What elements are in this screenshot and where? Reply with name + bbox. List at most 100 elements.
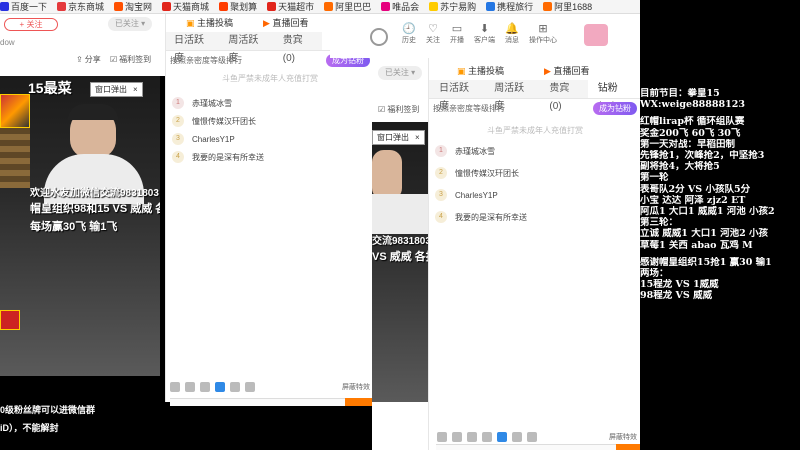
info-line: 98程龙 VS 威威 [640, 290, 713, 302]
chat-input[interactable] [170, 398, 345, 406]
replay-tab[interactable]: ▶ 直播回看 [263, 16, 308, 29]
nav-history[interactable]: 🕘 历史 [402, 22, 416, 45]
overlay-line-2b: VS 威威 各抢1 [372, 251, 428, 263]
nav-broadcast[interactable]: ▭ 开播 [450, 22, 464, 45]
rank-user: 我要的是深有所幸送 [192, 152, 264, 162]
bookmark-item[interactable]: 阿里巴巴 [324, 0, 371, 13]
heart-icon: ♡ [428, 23, 438, 35]
tab-daily[interactable]: 日活跃度 [166, 32, 220, 64]
trophy-icon[interactable] [230, 382, 240, 392]
bookmark-item[interactable]: 阿里1688 [543, 0, 592, 13]
list-item[interactable]: 4 我要的是深有所幸送 [166, 148, 374, 166]
chat-toolbar: 屏蔽特效 [166, 380, 374, 394]
list-item[interactable]: 3 CharlesY1P [166, 130, 374, 148]
middle-followed-button[interactable]: 已关注 ▾ [378, 66, 422, 80]
list-item[interactable]: 3 CharlesY1P [429, 184, 641, 206]
juhuasuan-icon [219, 2, 229, 11]
tab-daily[interactable]: 日活跃度 [429, 80, 484, 112]
middle-chat-panel: ▣ 主播投稿 ▶ 直播回看 日活跃度 周活跃度 贵宾(0) 钻粉(26) 按照亲… [165, 14, 374, 402]
schedule-tab[interactable]: ▣ 主播投稿 [186, 16, 233, 29]
rank-number: 2 [172, 115, 184, 127]
taobao-icon [114, 2, 124, 11]
nav-follow[interactable]: ♡ 关注 [426, 22, 440, 45]
bookmark-item[interactable]: 聚划算 [219, 0, 257, 13]
megaphone-icon[interactable] [200, 382, 210, 392]
block-effects-toggle[interactable]: 屏蔽特效 [609, 432, 637, 442]
share-button[interactable]: ⇪ 分享 [76, 54, 101, 65]
tab-diamond-fans[interactable]: 钻粉(26) [587, 80, 641, 112]
replay-tab[interactable]: ▶ 直播回看 [544, 64, 589, 77]
suning-icon [429, 2, 439, 11]
popup-window-button[interactable]: 窗口弹出 × [90, 82, 143, 97]
rank-list: 1 赤瑾城冰雪 2 憧憬传媒汉玕团长 3 CharlesY1P 4 我要的是深有所幸送 [429, 140, 641, 228]
follow-button[interactable]: + 关注 [4, 18, 58, 31]
camera-icon: ▭ [451, 23, 463, 35]
send-button[interactable] [345, 398, 372, 406]
info-line: 副将抢4，大将抢5 [640, 161, 720, 173]
tab-vip[interactable]: 贵宾(0) [275, 32, 322, 64]
middle-video-player[interactable]: 交流9831803 VS 威威 各抢1 窗口弹出 × [372, 122, 428, 402]
streamer-shirt [372, 194, 428, 234]
bookmark-label: 阿里巴巴 [335, 2, 372, 12]
list-item[interactable]: 2 憧憬传媒汉玕团长 [166, 112, 374, 130]
image-icon[interactable] [185, 382, 195, 392]
block-effects-toggle[interactable]: 屏蔽特效 [342, 382, 370, 392]
emoji-icon[interactable] [437, 432, 447, 442]
list-item[interactable]: 1 赤瑾城冰雪 [166, 94, 374, 112]
rank-tip-row: 按照亲密度等级排行 成为钻粉 [429, 100, 641, 116]
send-button[interactable] [616, 444, 640, 450]
stream-info-overlay: 目前节目：拳皇15 WX:weige88888123 红帽lirap杯 循环组队赛奖… [640, 0, 800, 450]
bookmark-item[interactable]: 天猫商城 [162, 0, 209, 13]
megaphone-icon[interactable] [467, 432, 477, 442]
become-fan-button[interactable]: 成为钻粉 [593, 101, 637, 115]
left-video-player[interactable]: 15最菜 欢迎水友加微信交流9831803 帽皇组织98和15 VS 威威 各抢… [0, 76, 160, 376]
1688-icon [543, 2, 553, 11]
baidu-icon [0, 2, 9, 11]
bookmark-item[interactable]: 携程旅行 [486, 0, 533, 13]
welfare-checkin-button[interactable]: ☑ 福利签到 [110, 54, 151, 65]
bookmark-label: 苏宁易购 [440, 2, 477, 12]
fans-badge-icon[interactable] [215, 382, 225, 392]
gift-icon[interactable] [245, 382, 255, 392]
nav-operation-center[interactable]: ⊞ 操作中心 [529, 22, 557, 45]
streamer-face [372, 150, 402, 200]
chat-toolbar: 屏蔽特效 [433, 430, 641, 444]
nav-messages[interactable]: 🔔 消息 [505, 22, 519, 45]
bookmark-item[interactable]: 京东商城 [57, 0, 104, 13]
tab-weekly[interactable]: 周活跃度 [484, 80, 539, 112]
image-icon[interactable] [452, 432, 462, 442]
bookmark-item[interactable]: 唯品会 [381, 0, 419, 13]
card-icon[interactable] [527, 432, 537, 442]
tab-vip[interactable]: 贵宾(0) [539, 80, 587, 112]
right-chat-panel: ▣ 主播投稿 ▶ 直播回看 日活跃度 周活跃度 贵宾(0) 钻粉(26) 按照亲… [428, 58, 641, 450]
followed-button[interactable]: 已关注 ▾ [108, 17, 152, 31]
welfare-label: 福利签到 [119, 55, 152, 64]
schedule-tab[interactable]: ▣ 主播投稿 [457, 64, 504, 77]
nav-label: 关注 [426, 37, 440, 44]
search-icon[interactable] [370, 28, 388, 46]
chat-input[interactable] [436, 444, 616, 450]
rank-number: 3 [172, 133, 184, 145]
close-icon[interactable]: × [415, 133, 420, 142]
avatar[interactable] [584, 24, 608, 46]
middle-welfare-button[interactable]: ☑ 福利签到 [378, 104, 419, 115]
nav-client[interactable]: ⬇ 客户端 [474, 22, 495, 45]
close-icon[interactable]: × [133, 85, 138, 94]
list-item[interactable]: 2 憧憬传媒汉玕团长 [429, 162, 641, 184]
fans-badge-icon[interactable] [497, 432, 507, 442]
tab-weekly[interactable]: 周活跃度 [220, 32, 274, 64]
list-item[interactable]: 4 我要的是深有所幸送 [429, 206, 641, 228]
bookmark-item[interactable]: 百度一下 [0, 0, 47, 13]
bookmark-item[interactable]: 天猫超市 [267, 0, 314, 13]
bookmark-item[interactable]: 淘宝网 [114, 0, 152, 13]
rank-tip: 按照亲密度等级排行 [170, 55, 242, 65]
gift-icon[interactable] [512, 432, 522, 442]
info-line: 第一轮 [640, 172, 669, 184]
bookmark-item[interactable]: 苏宁易购 [429, 0, 476, 13]
list-item[interactable]: 1 赤瑾城冰雪 [429, 140, 641, 162]
share-label: 分享 [84, 55, 101, 64]
info-line: 先锋抢1，次峰抢2，中坚抢3 [640, 150, 765, 162]
trophy-icon[interactable] [482, 432, 492, 442]
middle-popup-window-button[interactable]: 窗口弹出 × [372, 130, 425, 145]
emoji-icon[interactable] [170, 382, 180, 392]
